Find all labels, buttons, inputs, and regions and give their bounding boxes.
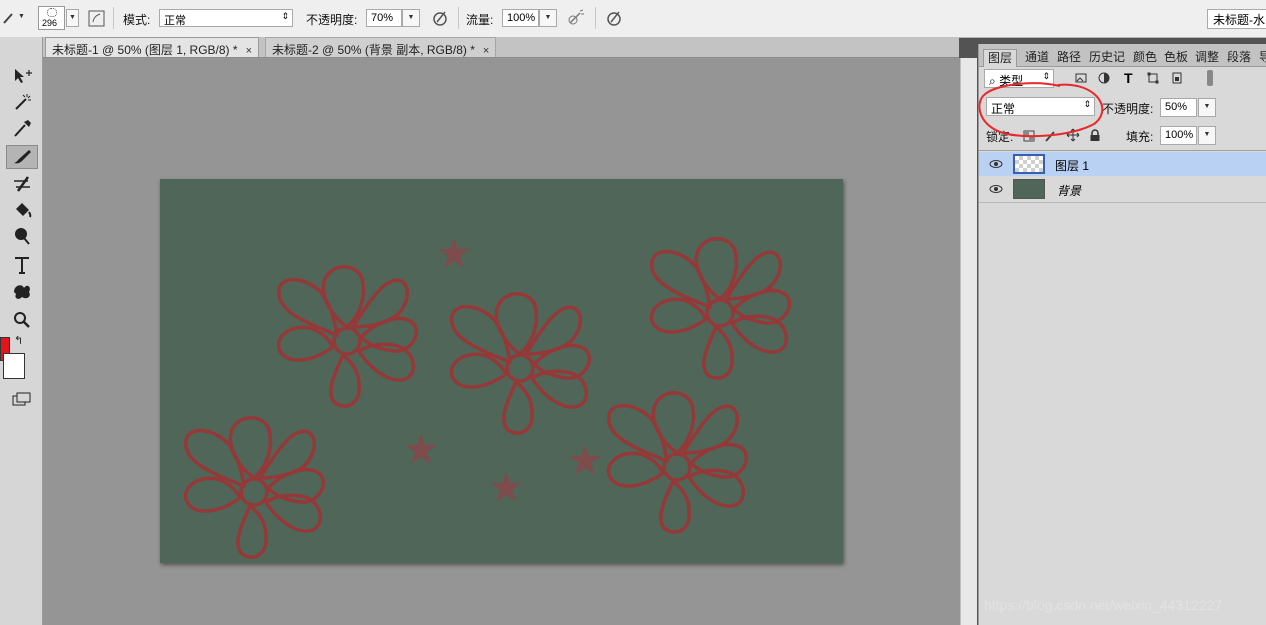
airbrush-icon[interactable] <box>567 9 585 27</box>
visibility-eye-icon[interactable] <box>989 157 1003 171</box>
divider <box>979 150 1266 151</box>
zoom-tool-icon[interactable] <box>10 309 34 331</box>
tool-preset-dropdown-icon[interactable]: ▼ <box>18 13 25 20</box>
brush-icon <box>14 150 31 164</box>
dodge-tool-icon[interactable] <box>10 225 34 247</box>
brush-tip-icon <box>47 8 57 17</box>
magic-wand-tool-icon[interactable] <box>10 91 34 113</box>
tab-label: 未标题-1 @ 50% (图层 1, RGB/8) * <box>52 43 238 57</box>
tab-label: 未标题-2 @ 50% (背景 副本, RGB/8) * <box>272 43 475 57</box>
mode-select[interactable]: 正常 ⇕ <box>159 9 293 27</box>
layer-opacity-dropdown[interactable]: ▼ <box>1198 98 1216 117</box>
flow-input[interactable]: 100% <box>502 9 539 27</box>
opacity-dropdown[interactable]: ▼ <box>402 9 420 27</box>
brush-tool-button[interactable] <box>6 145 38 169</box>
layer-name: 背景 <box>1057 184 1082 198</box>
move-tool-icon[interactable] <box>10 65 34 87</box>
divider <box>979 202 1266 203</box>
layer-name: 图层 1 <box>1055 159 1090 173</box>
close-tab-icon[interactable]: × <box>246 45 252 57</box>
clone-stamp-tool-icon[interactable] <box>10 173 34 195</box>
mode-value: 正常 <box>164 15 186 27</box>
flow-label: 流量: <box>466 13 494 27</box>
document-canvas[interactable] <box>160 179 843 563</box>
brush-preset-picker[interactable]: 296 <box>38 6 65 30</box>
opacity-label: 不透明度: <box>306 13 358 27</box>
annotation-circle <box>978 82 1104 138</box>
fill-label: 填充: <box>1126 130 1154 144</box>
tab-color[interactable]: 颜色 <box>1133 49 1157 66</box>
fill-input[interactable]: 100% <box>1160 126 1197 145</box>
watermark-text: https://blog.csdn.net/weixin_44312227 <box>984 597 1223 613</box>
swap-colors-icon[interactable]: ↰ <box>14 334 23 347</box>
opacity-input[interactable]: 70% <box>366 9 402 27</box>
pressure-size-icon[interactable] <box>605 9 623 27</box>
eyedropper-tool-icon[interactable] <box>10 117 34 139</box>
mode-label: 模式: <box>123 13 151 27</box>
brush-size-value: 296 <box>42 18 58 28</box>
pressure-opacity-icon[interactable] <box>431 9 449 27</box>
brush-tool-icon[interactable] <box>2 11 16 25</box>
close-tab-icon[interactable]: × <box>483 45 489 57</box>
fill-dropdown[interactable]: ▼ <box>1198 126 1216 145</box>
tab-layers[interactable]: 图层 <box>983 49 1018 67</box>
visibility-eye-icon[interactable] <box>989 182 1003 196</box>
select-arrows-icon: ⇕ <box>281 11 289 21</box>
document-tab-bar: 未标题-1 @ 50% (图层 1, RGB/8) * × 未标题-2 @ 50%… <box>43 37 959 58</box>
document-tab-2[interactable]: 未标题-2 @ 50% (背景 副本, RGB/8) * × <box>265 37 497 57</box>
tab-paths[interactable]: 路径 <box>1057 49 1081 66</box>
filter-toggle-switch[interactable] <box>1207 70 1213 86</box>
layer-row-layer-1[interactable]: 图层 1 <box>979 152 1266 176</box>
vertical-scrollbar[interactable] <box>960 58 977 625</box>
type-tool-icon[interactable] <box>10 254 34 276</box>
tools-panel: ↰ <box>0 37 43 625</box>
layer-thumbnail <box>1013 179 1045 199</box>
tab-more[interactable]: 导 <box>1259 49 1266 66</box>
paint-bucket-tool-icon[interactable] <box>10 199 34 221</box>
document-tab-1[interactable]: 未标题-1 @ 50% (图层 1, RGB/8) * × <box>45 37 259 57</box>
tab-history[interactable]: 历史记 <box>1089 49 1125 66</box>
screen-mode-icon[interactable] <box>10 389 34 411</box>
flow-dropdown[interactable]: ▼ <box>539 9 557 27</box>
layer-opacity-input[interactable]: 50% <box>1160 98 1197 117</box>
shape-filter-icon[interactable] <box>1147 72 1159 84</box>
tab-channels[interactable]: 通道 <box>1025 49 1049 66</box>
workspace-button[interactable]: 未标题-水 <box>1207 9 1266 29</box>
options-bar: ▼ 296 ▼ 模式: 正常 ⇕ 不透明度: 70% ▼ 流量: 100% ▼ … <box>0 0 1266 38</box>
tab-swatches[interactable]: 色板 <box>1164 49 1188 66</box>
layer-row-background[interactable]: 背景 <box>979 177 1266 201</box>
smart-object-filter-icon[interactable] <box>1171 72 1183 84</box>
tab-paragraph[interactable]: 段落 <box>1227 49 1251 66</box>
brush-preset-dropdown[interactable]: ▼ <box>66 9 79 27</box>
custom-shape-tool-icon[interactable] <box>10 280 34 302</box>
layer-thumbnail <box>1013 154 1045 174</box>
background-color-swatch[interactable] <box>3 353 25 379</box>
type-filter-icon[interactable]: T <box>1124 70 1133 86</box>
brush-panel-toggle-icon[interactable] <box>88 10 105 27</box>
tab-adjustments[interactable]: 调整 <box>1195 49 1219 66</box>
canvas-artwork <box>183 237 792 559</box>
